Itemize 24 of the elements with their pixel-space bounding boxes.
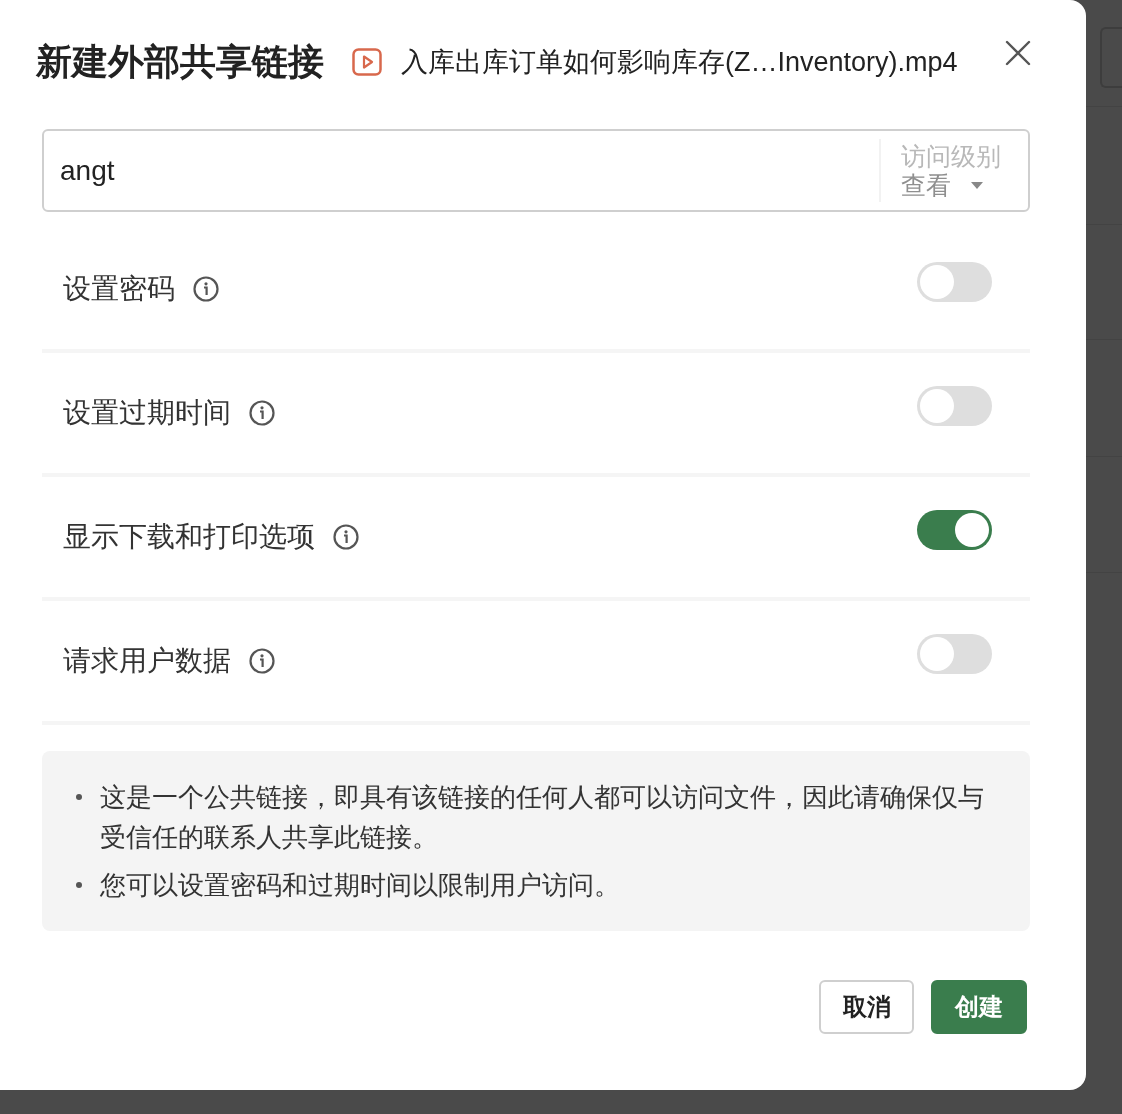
option-label: 设置过期时间 — [63, 396, 231, 430]
recipient-input-field[interactable]: angt 访问级别 查看 — [42, 129, 1030, 212]
info-icon[interactable] — [249, 400, 275, 426]
option-label: 设置密码 — [63, 272, 175, 306]
file-name: 入库出库订单如何影响库存(Z…Inventory).mp4 — [401, 46, 958, 79]
dialog-title: 新建外部共享链接 — [36, 40, 324, 84]
toggle-switch[interactable] — [917, 262, 992, 302]
bullet-icon — [76, 882, 82, 888]
info-icon[interactable] — [249, 648, 275, 674]
toggle-switch[interactable] — [917, 634, 992, 674]
close-icon[interactable] — [1005, 40, 1031, 66]
info-icon[interactable] — [193, 276, 219, 302]
note-text: 您可以设置密码和过期时间以限制用户访问。 — [100, 869, 620, 902]
option-label: 显示下载和打印选项 — [63, 520, 315, 554]
video-icon — [352, 48, 382, 76]
toggle-switch[interactable] — [917, 386, 992, 426]
create-button[interactable]: 创建 — [931, 980, 1027, 1034]
cancel-button[interactable]: 取消 — [819, 980, 914, 1034]
caret-icon — [971, 181, 983, 189]
note-text: 这是一个公共链接，即具有该链接的任何人都可以访问文件，因此请确保仅与受信任的联系人共享此链接。 — [100, 781, 985, 854]
toggle-switch[interactable] — [917, 510, 992, 550]
option-label: 请求用户数据 — [63, 644, 231, 678]
info-icon[interactable] — [333, 524, 359, 550]
bullet-icon — [76, 794, 82, 800]
